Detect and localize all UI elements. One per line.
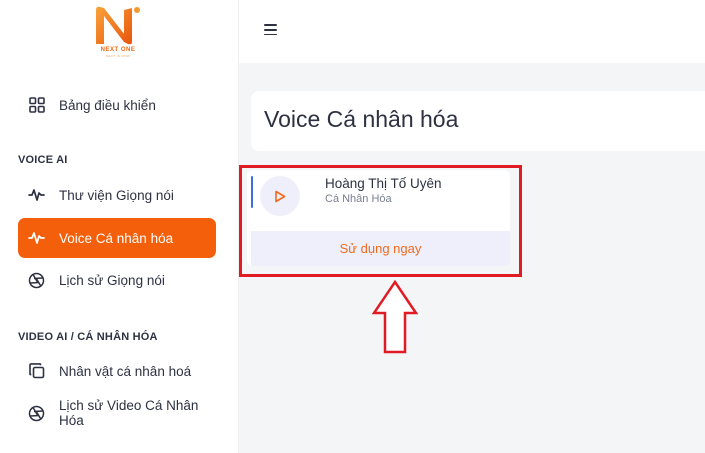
sidebar-item-label: Voice Cá nhân hóa (59, 230, 174, 246)
sidebar-item-label: Thư viện Giọng nói (59, 187, 174, 203)
sidebar-item-voice-personalized[interactable]: Voice Cá nhân hóa (18, 218, 216, 258)
sidebar-item-label: Lịch sử Video Cá Nhân Hóa (59, 398, 199, 428)
sidebar: NEXT ONE NEXT IS NOW Bảng điều khiển VOI… (0, 0, 239, 453)
copy-icon (28, 363, 45, 380)
aperture-icon (28, 272, 45, 289)
aperture-icon (28, 405, 45, 422)
logo-mark-icon (96, 6, 140, 45)
waveform-icon (28, 187, 45, 204)
hamburger-icon[interactable] (264, 24, 278, 38)
up-arrow-annotation (372, 280, 418, 354)
brand-logo[interactable]: NEXT ONE NEXT IS NOW (86, 4, 150, 62)
sidebar-item-voice-history[interactable]: Lịch sử Giọng nói (18, 260, 216, 300)
sidebar-item-label: Nhân vật cá nhân hoá (59, 363, 192, 379)
section-title-video-ai: VIDEO AI / CÁ NHÂN HÓA (18, 331, 158, 343)
brand-name: NEXT ONE (100, 47, 136, 53)
sidebar-item-label: Lịch sử Giọng nói (59, 272, 165, 288)
page-title: Voice Cá nhân hóa (264, 106, 459, 132)
sidebar-item-dashboard[interactable]: Bảng điều khiển (18, 85, 216, 125)
grid-icon (28, 97, 45, 114)
sidebar-item-personalized-character[interactable]: Nhân vật cá nhân hoá (18, 351, 216, 391)
brand-tagline: NEXT IS NOW (105, 54, 131, 58)
sidebar-item-voice-library[interactable]: Thư viện Giọng nói (18, 175, 216, 215)
waveform-icon (28, 230, 45, 247)
page-title-card: Voice Cá nhân hóa (251, 91, 705, 151)
sidebar-item-video-history[interactable]: Lịch sử Video Cá Nhân Hóa (18, 393, 216, 433)
section-title-voice-ai: VOICE AI (18, 154, 68, 166)
topbar (239, 0, 705, 63)
highlight-box (239, 165, 522, 277)
sidebar-item-label: Bảng điều khiển (59, 97, 156, 113)
